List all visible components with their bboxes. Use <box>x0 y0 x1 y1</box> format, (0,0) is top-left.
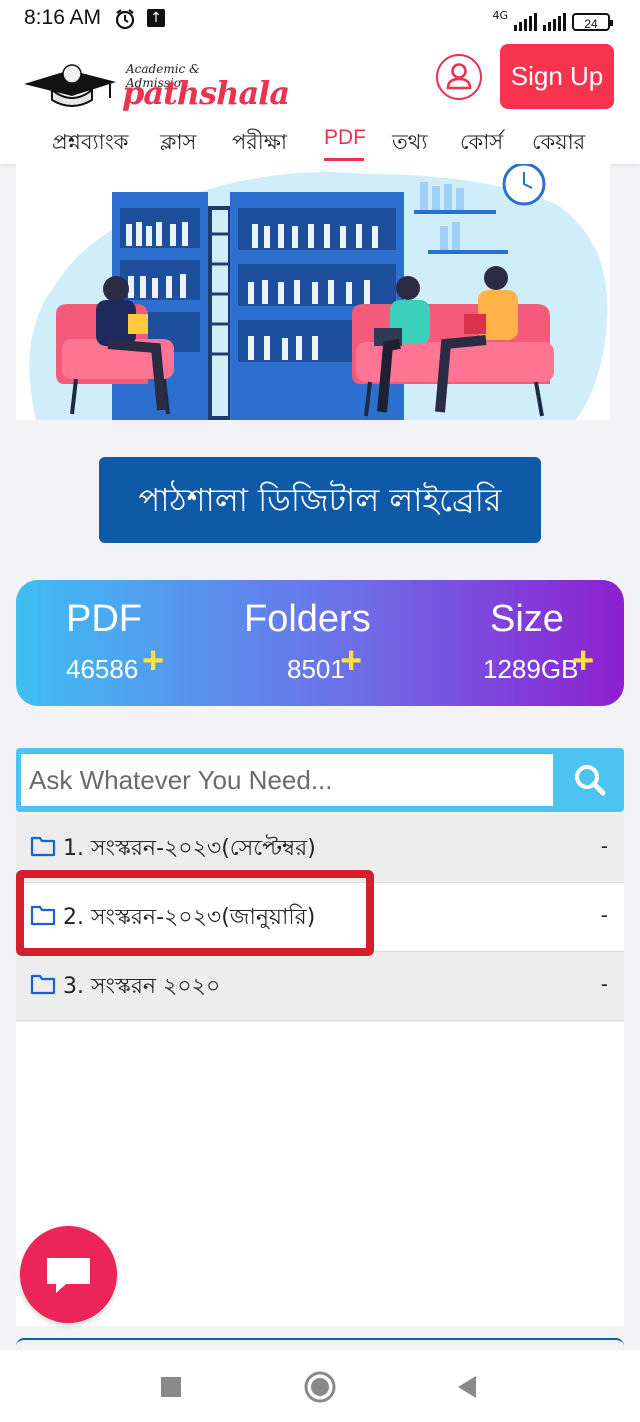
battery-level: 24 <box>584 17 598 31</box>
signup-button[interactable]: Sign Up <box>500 44 614 109</box>
stat-folders-value: 8501 <box>287 654 345 684</box>
library-illustration <box>16 164 610 420</box>
folder-name: 3. সংস্করন ২০২০ <box>63 974 221 999</box>
stat-pdf-value: 46586 <box>66 654 139 684</box>
folder-name: 1. সংস্করন-২০২৩(সেপ্টেম্বর) <box>63 836 316 861</box>
status-indicators: 4G 24 <box>492 7 613 31</box>
system-nav-bar <box>0 1350 640 1422</box>
signal-icon <box>514 13 537 31</box>
footer-edge <box>16 1338 624 1350</box>
folder-meta: - <box>600 834 608 858</box>
stat-pdf-plus: + <box>142 640 165 682</box>
graduation-cap-icon <box>24 64 116 107</box>
chat-button[interactable] <box>20 1226 117 1323</box>
status-bar: 8:16 AM ↑ 4G 24 <box>0 0 640 38</box>
alarm-icon <box>115 9 135 30</box>
nav-item-care[interactable]: কেয়ার <box>532 126 585 161</box>
folder-icon <box>30 974 56 995</box>
stats-banner: PDF 46586 + Folders 8501 + Size 1289GB + <box>16 580 624 706</box>
search-button[interactable] <box>564 756 616 804</box>
highlight-annotation <box>16 870 374 956</box>
battery-icon: 24 <box>572 13 613 31</box>
nav-item-exam[interactable]: পরীক্ষা <box>232 126 287 161</box>
home-icon[interactable] <box>303 1370 337 1404</box>
stat-size-plus: + <box>572 640 595 682</box>
stat-size-label: Size <box>490 598 564 640</box>
nav-item-question-bank[interactable]: প্রশ্নব্যাংক <box>52 126 129 161</box>
nav-item-pdf[interactable]: PDF <box>324 126 366 150</box>
nav-item-course[interactable]: কোর্স <box>460 126 503 161</box>
active-tab-indicator <box>324 158 364 161</box>
recents-icon[interactable] <box>156 1372 186 1402</box>
logo-wordmark: pathshala <box>122 74 290 112</box>
signal-icon-2 <box>543 13 566 31</box>
site-logo[interactable]: Academic & Admission pathshala <box>22 48 290 118</box>
chat-icon <box>47 1258 90 1293</box>
list-item[interactable]: 3. সংস্করন ২০২০ - <box>16 952 624 1021</box>
upload-icon: ↑ <box>147 9 165 27</box>
stat-folders-label: Folders <box>244 598 371 640</box>
folder-meta: - <box>600 972 608 996</box>
network-label: 4G <box>492 9 508 22</box>
main-nav: প্রশ্নব্যাংক ক্লাস পরীক্ষা PDF তথ্য কোর্… <box>0 126 640 164</box>
site-header: Academic & Admission pathshala Sign Up প… <box>0 38 640 164</box>
folder-meta: - <box>600 903 608 927</box>
nav-item-info[interactable]: তথ্য <box>392 126 427 161</box>
status-time: 8:16 AM <box>24 6 102 29</box>
search-input[interactable] <box>21 754 553 806</box>
folder-icon <box>30 836 56 857</box>
stat-pdf-label: PDF <box>66 598 142 640</box>
digital-library-button[interactable]: পাঠশালা ডিজিটাল লাইব্রেরি <box>99 457 541 543</box>
nav-item-class[interactable]: ক্লাস <box>160 126 196 161</box>
back-icon[interactable] <box>452 1372 482 1402</box>
search-icon <box>575 765 606 796</box>
stat-size-value: 1289GB <box>483 654 579 684</box>
stat-folders-plus: + <box>340 640 363 682</box>
user-account-icon[interactable] <box>436 54 482 100</box>
search-bar <box>16 748 624 812</box>
